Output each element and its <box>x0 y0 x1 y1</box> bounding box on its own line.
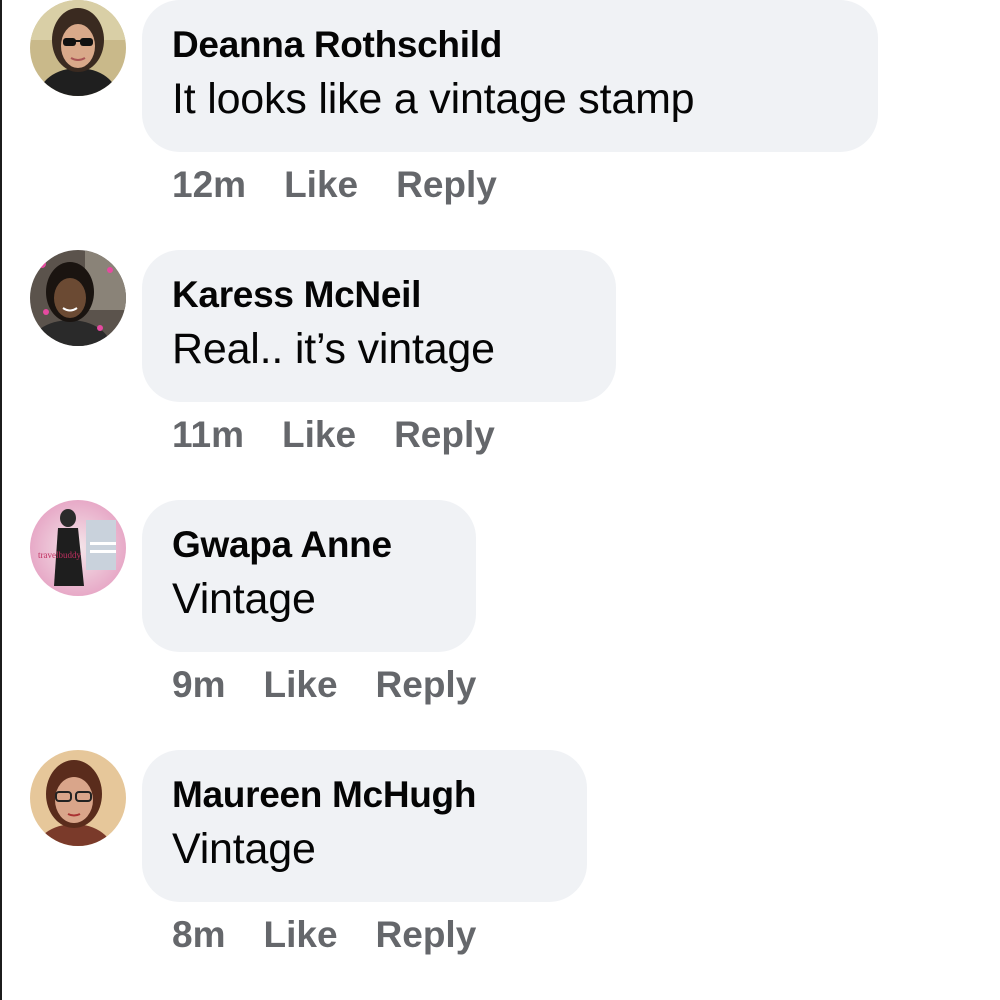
like-button[interactable]: Like <box>263 660 337 710</box>
comment-time[interactable]: 12m <box>172 160 246 210</box>
comment-text: It looks like a vintage stamp <box>172 75 695 123</box>
comment-item: Maureen McHugh Vintage 8m Like Reply <box>0 750 1000 1000</box>
like-button[interactable]: Like <box>284 160 358 210</box>
comment-item: Karess McNeil Real.. it’s vintage 11m Lik… <box>0 250 1000 500</box>
avatar[interactable] <box>30 750 126 846</box>
comment-text: Vintage <box>172 825 316 873</box>
comment-item: Deanna Rothschild It looks like a vintag… <box>0 0 1000 250</box>
comment-time[interactable]: 8m <box>172 910 225 960</box>
like-button[interactable]: Like <box>263 910 337 960</box>
reply-button[interactable]: Reply <box>376 660 477 710</box>
comment-author[interactable]: Gwapa Anne <box>172 520 446 570</box>
avatar-photo-maureen <box>30 750 126 846</box>
comment-author[interactable]: Karess McNeil <box>172 270 586 320</box>
comment-bubble: Karess McNeil Real.. it’s vintage <box>142 250 616 402</box>
reply-button[interactable]: Reply <box>376 910 477 960</box>
like-button[interactable]: Like <box>282 410 356 460</box>
avatar-photo-karess <box>30 250 126 346</box>
comment-time[interactable]: 9m <box>172 660 225 710</box>
comment-bubble: Deanna Rothschild It looks like a vintag… <box>142 0 878 152</box>
comment-bubble: Gwapa Anne Vintage <box>142 500 476 652</box>
comment-author[interactable]: Deanna Rothschild <box>172 20 848 70</box>
comment-actions: 12m Like Reply <box>172 160 535 210</box>
comment-text: Real.. it’s vintage <box>172 325 495 373</box>
reply-button[interactable]: Reply <box>394 410 495 460</box>
comment-actions: 11m Like Reply <box>172 410 533 460</box>
avatar[interactable] <box>30 0 126 96</box>
comment-author[interactable]: Maureen McHugh <box>172 770 557 820</box>
avatar[interactable] <box>30 250 126 346</box>
comment-text: Vintage <box>172 575 316 623</box>
comment-time[interactable]: 11m <box>172 410 244 460</box>
comment-actions: 9m Like Reply <box>172 660 514 710</box>
svg-text:travelbuddy: travelbuddy <box>38 550 81 560</box>
reply-button[interactable]: Reply <box>396 160 497 210</box>
avatar-photo-deanna <box>30 0 126 96</box>
comment-actions: 8m Like Reply <box>172 910 514 960</box>
comment-bubble: Maureen McHugh Vintage <box>142 750 587 902</box>
avatar[interactable]: travelbuddy <box>30 500 126 596</box>
comment-item: travelbuddy Gwapa Anne Vintage 9m Like Rep… <box>0 500 1000 750</box>
avatar-photo-gwapa: travelbuddy <box>30 500 126 596</box>
